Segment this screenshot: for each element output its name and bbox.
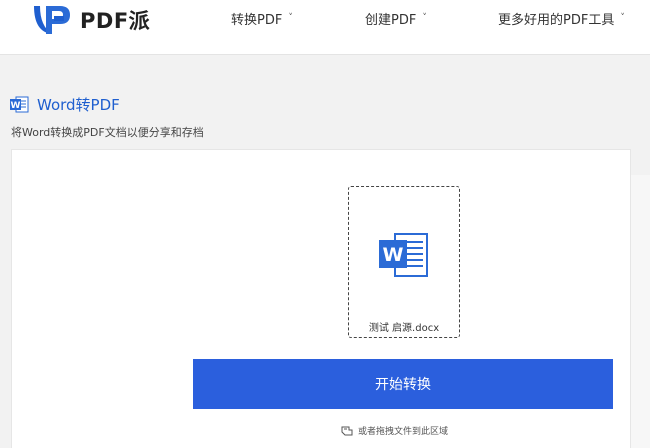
nav-label: 更多好用的PDF工具 <box>498 12 615 28</box>
start-convert-button[interactable]: 开始转换 <box>193 359 613 409</box>
side-panel <box>631 175 650 448</box>
nav-convert-pdf[interactable]: 转换PDF ˅ <box>231 8 293 28</box>
page-heading: W Word转PDF <box>10 94 120 115</box>
drag-hint-text: 或者拖拽文件到此区域 <box>358 427 449 437</box>
file-name: 测试 启源.docx <box>368 323 440 334</box>
chevron-down-icon: ˅ <box>620 13 625 23</box>
svg-text:W: W <box>11 101 21 111</box>
drag-hint: 或者拖拽文件到此区域 <box>340 424 448 437</box>
top-header: PDF派 转换PDF ˅ 创建PDF ˅ 更多好用的PDF工具 ˅ <box>0 0 650 55</box>
nav-more-tools[interactable]: 更多好用的PDF工具 ˅ <box>498 8 625 28</box>
nav-label: 转换PDF <box>231 12 283 28</box>
page-subtitle: 将Word转换成PDF文档以便分享和存档 <box>11 126 204 139</box>
nav-label: 创建PDF <box>365 12 417 28</box>
file-drop-zone[interactable]: W 测试 启源.docx <box>348 186 460 338</box>
svg-text:W: W <box>383 244 404 266</box>
logo[interactable]: PDF派 <box>30 0 150 40</box>
logo-text: PDF派 <box>80 9 151 33</box>
chevron-down-icon: ˅ <box>288 13 293 23</box>
drag-hand-icon <box>341 426 353 435</box>
word-file-icon: W <box>379 233 428 277</box>
chevron-down-icon: ˅ <box>422 13 427 23</box>
pdfpai-logo-icon <box>34 6 70 34</box>
nav-create-pdf[interactable]: 创建PDF ˅ <box>365 8 427 28</box>
word-badge-icon: W <box>10 96 29 113</box>
page-title: Word转PDF <box>37 96 120 114</box>
